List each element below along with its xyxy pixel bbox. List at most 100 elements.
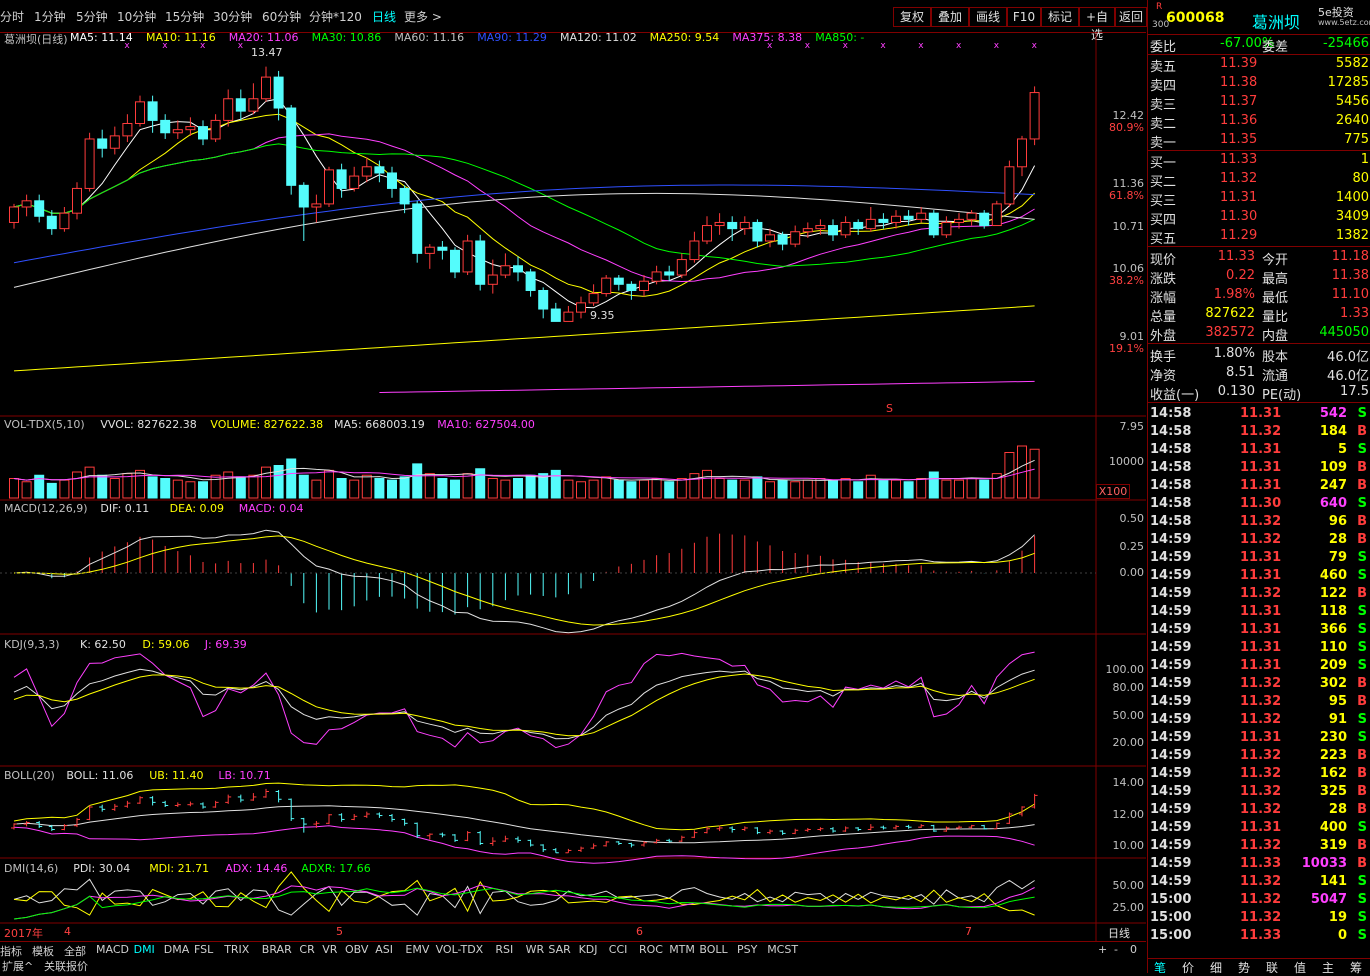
candle-body[interactable] bbox=[298, 184, 309, 208]
period-tab[interactable]: 5分钟 bbox=[76, 8, 108, 25]
candle-body[interactable] bbox=[550, 308, 561, 322]
indicator-tab[interactable]: DMI bbox=[134, 943, 155, 956]
candle-body[interactable] bbox=[475, 240, 486, 285]
candle-body[interactable] bbox=[286, 107, 297, 186]
candle-body[interactable] bbox=[891, 215, 901, 223]
candle-body[interactable] bbox=[802, 228, 813, 233]
period-tab[interactable]: 日线 bbox=[372, 8, 396, 25]
toolbar-button[interactable]: 标记 bbox=[1041, 7, 1079, 27]
candle-body[interactable] bbox=[928, 212, 939, 236]
bottom-tab-expand[interactable]: 扩展^ bbox=[2, 958, 33, 974]
candle-body[interactable] bbox=[941, 221, 952, 236]
candle-body[interactable] bbox=[714, 221, 725, 227]
candle-body[interactable] bbox=[462, 240, 473, 273]
candle-body[interactable] bbox=[500, 265, 511, 276]
candle-body[interactable] bbox=[97, 138, 108, 149]
indicator-tab[interactable]: KDJ bbox=[579, 943, 598, 956]
candle-body[interactable] bbox=[878, 218, 889, 223]
period-tab[interactable]: 更多 > bbox=[404, 8, 442, 25]
ask-row[interactable]: 卖三 11.37 5456 bbox=[1148, 93, 1370, 113]
candle-body[interactable] bbox=[336, 169, 347, 189]
candle-body[interactable] bbox=[349, 175, 360, 189]
bid-row[interactable]: 买一 11.33 1 bbox=[1148, 151, 1370, 171]
candle-body[interactable] bbox=[815, 225, 826, 230]
candle-body[interactable] bbox=[1017, 138, 1027, 168]
candle-body[interactable] bbox=[122, 122, 133, 137]
indicator-tab[interactable]: FSL bbox=[194, 943, 213, 956]
candle-body[interactable] bbox=[248, 98, 259, 112]
candle-body[interactable] bbox=[954, 218, 964, 223]
right-tab[interactable]: 细 bbox=[1210, 959, 1222, 976]
indicator-tab[interactable]: OBV bbox=[345, 943, 368, 956]
candle-body[interactable] bbox=[664, 271, 675, 276]
candle-body[interactable] bbox=[752, 221, 763, 242]
candle-body[interactable] bbox=[223, 98, 234, 121]
candle-body[interactable] bbox=[72, 187, 82, 214]
candle-body[interactable] bbox=[840, 221, 851, 236]
candle-body[interactable] bbox=[525, 271, 536, 291]
candle-body[interactable] bbox=[261, 76, 271, 100]
period-tab[interactable]: 60分钟 bbox=[262, 8, 301, 25]
candle-body[interactable] bbox=[513, 265, 523, 273]
right-tab[interactable]: 筹 bbox=[1350, 959, 1362, 976]
candle-body[interactable] bbox=[235, 98, 246, 112]
indicator-tab[interactable]: CR bbox=[299, 943, 314, 956]
period-tab[interactable]: 30分钟 bbox=[213, 8, 252, 25]
candle-body[interactable] bbox=[727, 221, 738, 230]
candle-body[interactable] bbox=[777, 234, 788, 245]
ask-row[interactable]: 卖五 11.39 5582 bbox=[1148, 55, 1370, 75]
ask-row[interactable]: 卖四 11.38 17285 bbox=[1148, 74, 1370, 94]
bid-row[interactable]: 买四 11.30 3409 bbox=[1148, 208, 1370, 228]
indicator-tab[interactable]: RSI bbox=[495, 943, 513, 956]
indicator-tab[interactable]: MACD bbox=[96, 943, 129, 956]
indicator-tab[interactable]: CCI bbox=[609, 943, 628, 956]
indicator-tab[interactable]: VR bbox=[322, 943, 337, 956]
bid-row[interactable]: 买二 11.32 80 bbox=[1148, 170, 1370, 190]
period-tab[interactable]: 分钟*120 bbox=[309, 8, 362, 25]
indicator-tab[interactable]: BRAR bbox=[262, 943, 292, 956]
candle-body[interactable] bbox=[198, 126, 208, 140]
candle-body[interactable] bbox=[311, 203, 322, 208]
candle-body[interactable] bbox=[210, 119, 221, 140]
candle-body[interactable] bbox=[387, 172, 397, 189]
candle-body[interactable] bbox=[412, 203, 423, 254]
candle-body[interactable] bbox=[639, 280, 649, 291]
candle-body[interactable] bbox=[160, 119, 171, 134]
toolbar-button[interactable]: 返回 bbox=[1115, 7, 1147, 27]
candle-body[interactable] bbox=[135, 101, 145, 124]
candle-body[interactable] bbox=[626, 283, 637, 291]
candle-body[interactable] bbox=[651, 271, 662, 282]
candle-body[interactable] bbox=[374, 166, 385, 174]
indicator-tab[interactable]: 模板 bbox=[32, 943, 54, 959]
indicator-tab[interactable]: TRIX bbox=[224, 943, 249, 956]
candle-body[interactable] bbox=[601, 277, 612, 295]
candle-body[interactable] bbox=[865, 218, 876, 230]
candle-body[interactable] bbox=[1004, 166, 1015, 205]
zoom-control[interactable]: 0 bbox=[1130, 943, 1137, 956]
candle-body[interactable] bbox=[424, 246, 435, 254]
indicator-tab[interactable]: ASI bbox=[375, 943, 393, 956]
ask-row[interactable]: 卖二 11.36 2640 bbox=[1148, 112, 1370, 132]
candle-body[interactable] bbox=[966, 212, 977, 220]
candle-body[interactable] bbox=[739, 221, 750, 230]
candle-body[interactable] bbox=[9, 206, 19, 223]
period-tab[interactable]: 分时 bbox=[0, 8, 24, 25]
candle-body[interactable] bbox=[21, 200, 32, 208]
candle-body[interactable] bbox=[361, 166, 372, 177]
candle-body[interactable] bbox=[185, 126, 196, 131]
candle-body[interactable] bbox=[1029, 92, 1040, 140]
indicator-tab[interactable]: ROC bbox=[639, 943, 663, 956]
candle-body[interactable] bbox=[538, 289, 549, 310]
indicator-tab[interactable]: VOL-TDX bbox=[436, 943, 484, 956]
right-tab[interactable]: 值 bbox=[1294, 959, 1306, 976]
candle-body[interactable] bbox=[84, 138, 95, 189]
candle-body[interactable] bbox=[576, 302, 586, 313]
toolbar-button[interactable]: 画线 bbox=[969, 7, 1007, 27]
indicator-tab[interactable]: MTM bbox=[669, 943, 695, 956]
candle-body[interactable] bbox=[613, 277, 624, 285]
candle-body[interactable] bbox=[916, 212, 927, 220]
indicator-tab[interactable]: MCST bbox=[767, 943, 798, 956]
candle-body[interactable] bbox=[689, 240, 700, 261]
candle-body[interactable] bbox=[991, 203, 1002, 227]
indicator-tab[interactable]: WR bbox=[526, 943, 545, 956]
